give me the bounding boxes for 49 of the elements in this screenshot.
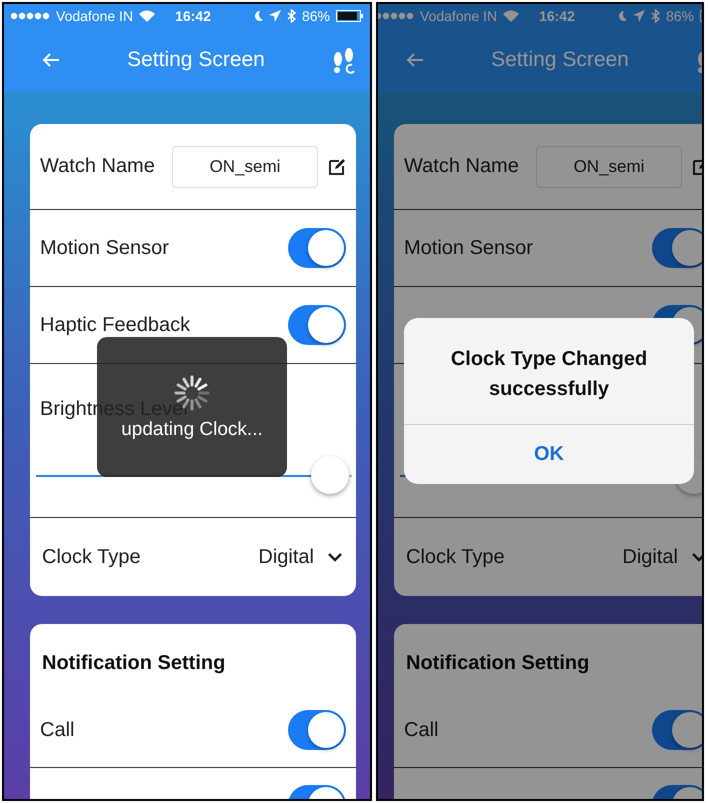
setting-label: Clock Type <box>42 546 142 568</box>
watch-name-field[interactable]: ON_semi <box>536 146 682 188</box>
carrier-name: Vodafone IN <box>56 8 134 24</box>
toast-message: updating Clock... <box>121 419 263 441</box>
status-time: 16:42 <box>175 8 211 24</box>
carrier-name: Vodafone IN <box>420 8 498 24</box>
setting-label: Motion Sensor <box>404 236 534 260</box>
footprints-icon[interactable] <box>332 45 356 75</box>
setting-label: Watch Name <box>40 155 156 178</box>
moon-icon <box>616 10 627 22</box>
back-arrow-icon[interactable] <box>406 52 424 68</box>
wifi-icon <box>139 10 156 22</box>
setting-label: Watch Name <box>404 155 520 178</box>
alert-message: Clock Type Changed successfully <box>450 347 648 402</box>
setting-label: Haptic Feedback <box>40 314 192 336</box>
watch-name-field[interactable]: ON_semi <box>172 146 318 188</box>
location-icon <box>268 10 281 22</box>
toggle-switch[interactable] <box>652 710 702 750</box>
bluetooth-icon <box>286 9 296 23</box>
section-title: Notification Setting <box>405 651 590 676</box>
toggle-switch[interactable] <box>652 228 702 268</box>
bluetooth-icon <box>650 9 660 23</box>
clock-type-value[interactable]: Digital <box>622 546 678 568</box>
section-title: Notification Setting <box>41 651 226 676</box>
chevron-down-icon[interactable] <box>328 552 342 562</box>
toggle-switch[interactable] <box>288 228 346 268</box>
chevron-down-icon[interactable] <box>692 552 702 562</box>
toggle-switch[interactable] <box>288 305 346 345</box>
toggle-switch[interactable] <box>288 710 346 750</box>
clock-type-value[interactable]: Digital <box>258 546 314 568</box>
screen-title: Setting Screen <box>490 48 630 72</box>
edit-icon[interactable] <box>328 158 346 176</box>
setting-label: Motion Sensor <box>40 236 170 260</box>
signal-icon <box>378 12 414 20</box>
battery-percent: 86% <box>302 8 330 24</box>
battery-icon <box>336 10 364 22</box>
battery-percent: 86% <box>666 8 694 24</box>
signal-icon <box>10 12 50 20</box>
screen-title: Setting Screen <box>126 48 266 72</box>
setting-label: Call <box>404 718 440 742</box>
wifi-icon <box>503 10 520 22</box>
status-time: 16:42 <box>539 8 575 24</box>
setting-label: Call <box>40 718 76 742</box>
moon-icon <box>252 10 263 22</box>
setting-label: Clock Type <box>406 546 506 568</box>
slider-thumb[interactable] <box>310 456 349 494</box>
ok-button[interactable]: OK <box>404 424 694 484</box>
back-arrow-icon[interactable] <box>42 52 60 68</box>
location-icon <box>632 10 645 22</box>
